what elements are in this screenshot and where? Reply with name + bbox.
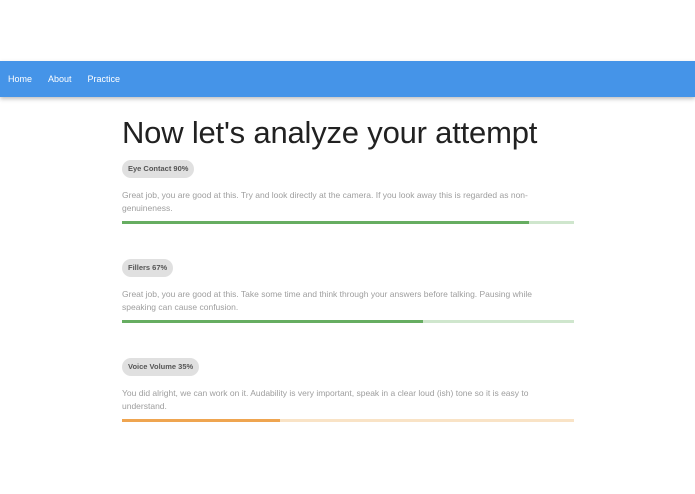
progress-fill — [122, 419, 281, 422]
metric-fillers: Fillers 67% Great job, you are good at t… — [122, 257, 574, 323]
metric-description: You did alright, we can work on it. Auda… — [122, 388, 529, 411]
progress-bar-voice-volume — [122, 419, 574, 422]
analysis-section: Now let's analyze your attempt Eye Conta… — [122, 112, 574, 422]
nav-link-practice[interactable]: Practice — [88, 74, 121, 84]
progress-fill — [122, 320, 424, 323]
top-navbar: Home About Practice — [0, 61, 695, 97]
metric-chip-voice-volume: Voice Volume 35% — [122, 358, 200, 376]
metric-description: Great job, you are good at this. Take so… — [122, 289, 532, 312]
metric-chip-fillers: Fillers 67% — [122, 259, 174, 277]
page-title: Now let's analyze your attempt — [122, 115, 538, 150]
metric-description: Great job, you are good at this. Try and… — [122, 190, 528, 213]
nav-link-home[interactable]: Home — [8, 74, 32, 84]
nav-link-about[interactable]: About — [48, 74, 72, 84]
metric-chip-eye-contact: Eye Contact 90% — [122, 160, 195, 178]
metric-eye-contact: Eye Contact 90% Great job, you are good … — [122, 158, 574, 224]
metric-voice-volume: Voice Volume 35% You did alright, we can… — [122, 356, 574, 422]
progress-bar-eye-contact — [122, 221, 574, 224]
progress-fill — [122, 221, 529, 224]
progress-bar-fillers — [122, 320, 574, 323]
